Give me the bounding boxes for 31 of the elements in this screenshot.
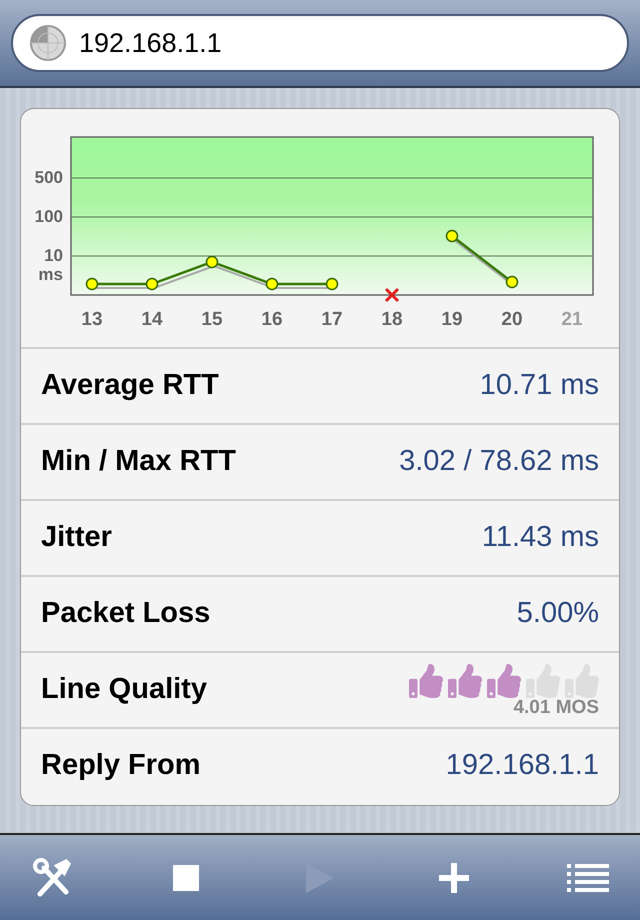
y-axis-unit: ms	[38, 265, 63, 284]
x-tick-label: 21	[561, 309, 583, 330]
x-tick-label: 14	[141, 309, 163, 330]
stat-value: 192.168.1.1	[446, 748, 599, 784]
x-tick-label: 13	[81, 309, 103, 330]
mos-score: 4.01 MOS	[513, 698, 599, 716]
stat-label: Line Quality	[41, 672, 207, 708]
x-tick-label: 19	[441, 309, 463, 330]
stat-label: Average RTT	[41, 368, 219, 404]
x-tick-label: 16	[261, 309, 283, 330]
stat-value: 11.43 ms	[482, 520, 599, 556]
thumbs-up-icon	[487, 664, 521, 698]
y-tick-label: 10	[44, 246, 63, 265]
stat-value: 3.02 / 78.62 ms	[399, 444, 599, 480]
x-tick-label: 15	[201, 309, 223, 330]
y-tick-label: 100	[34, 207, 63, 226]
x-tick-label: 20	[501, 309, 523, 330]
stat-label: Packet Loss	[41, 596, 210, 632]
stat-label: Jitter	[41, 520, 112, 556]
stat-value: 5.00%	[516, 596, 599, 632]
loss-marker-icon	[384, 288, 400, 302]
address-field[interactable]: 192.168.1.1	[11, 14, 629, 72]
thumbs-up-icon	[409, 664, 443, 698]
x-tick-label: 17	[321, 309, 343, 330]
stat-label: Min / Max RTT	[41, 444, 236, 480]
x-tick-label: 18	[381, 309, 403, 330]
thumbs-up-icon	[448, 664, 482, 698]
y-tick-label: 500	[34, 168, 63, 187]
radar-icon	[29, 24, 67, 62]
stat-label: Reply From	[41, 748, 201, 784]
stat-value: 10.71 ms	[480, 368, 599, 404]
